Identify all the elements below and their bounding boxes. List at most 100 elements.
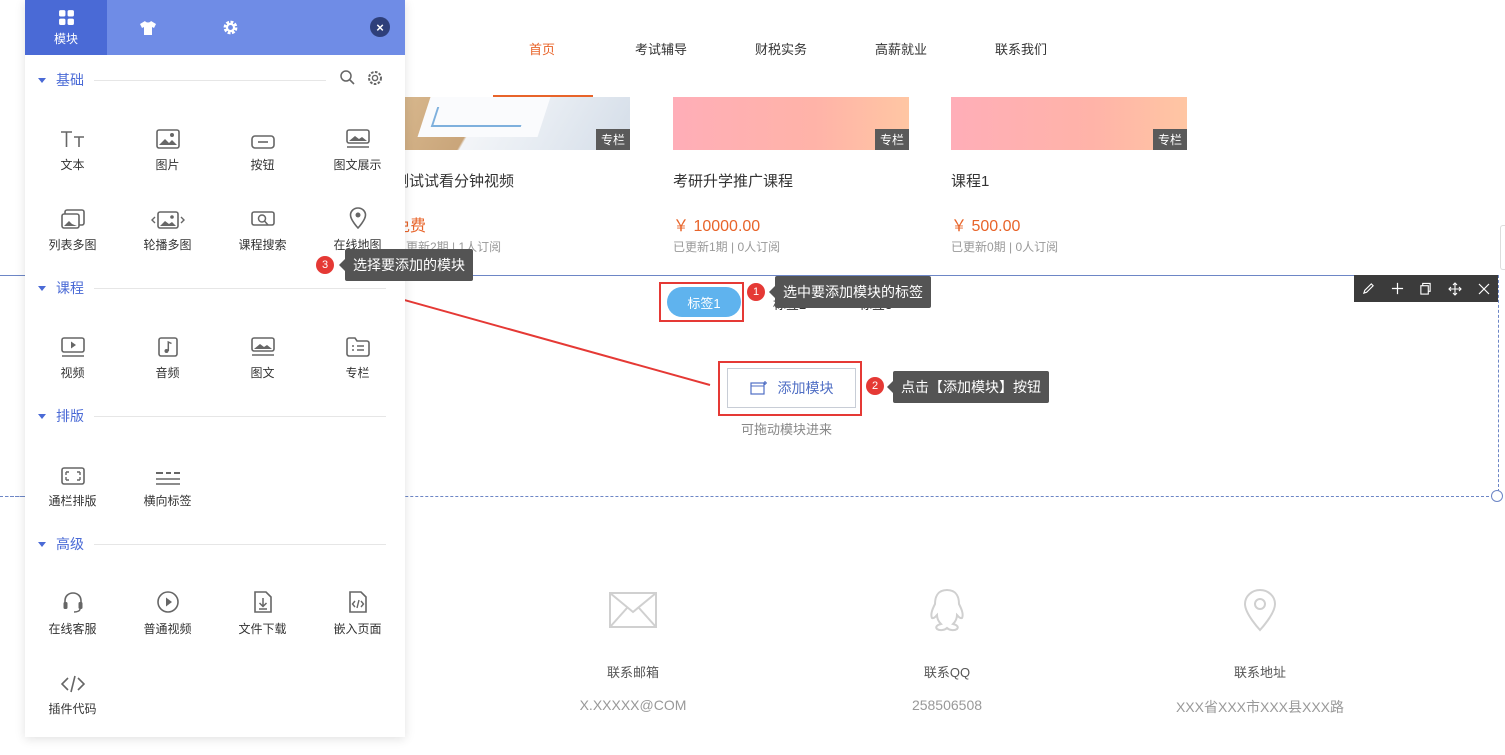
course-card[interactable]: 专栏 考研升学推广课程 ￥ 10000.00 已更新1期 | 0人订阅 [673, 97, 909, 254]
module-button[interactable]: 按钮 [215, 123, 310, 183]
plus-icon[interactable] [1383, 275, 1412, 302]
callout-badge-2: 2 [866, 377, 884, 395]
module-full-width[interactable]: 通栏排版 [25, 459, 120, 519]
section-course[interactable]: 课程 [38, 278, 386, 298]
close-icon[interactable]: × [370, 17, 390, 37]
button-icon [250, 123, 275, 149]
section-title: 排版 [56, 408, 84, 424]
module-label: 图片 [155, 158, 180, 172]
module-label: 普通视频 [143, 622, 192, 636]
column-tag: 专栏 [1152, 129, 1187, 150]
gear-icon[interactable] [367, 70, 383, 86]
course-price: ￥ 500.00 [951, 218, 1021, 235]
caret-down-icon [38, 285, 46, 291]
module-panel: 模块 × 基础 文本 图片 按钮 图文展示 列表多图 轮播多图 课程搜索 在线地… [25, 0, 405, 737]
move-icon[interactable] [1440, 275, 1469, 302]
article-icon [250, 331, 275, 357]
map-pin-icon [349, 203, 367, 229]
course-card[interactable]: 专栏 课程1 ￥ 500.00 已更新0期 | 0人订阅 [951, 97, 1187, 254]
nav-item-contact[interactable]: 联系我们 [995, 39, 1047, 58]
nav-item-home[interactable]: 首页 [529, 39, 555, 58]
section-tools [340, 70, 383, 86]
callout-tip-2: 点击【添加模块】按钮 [887, 371, 1049, 403]
block-toolbar [1354, 275, 1498, 302]
module-audio[interactable]: 音频 [120, 331, 215, 391]
course-thumbnail: 专栏 [673, 97, 909, 150]
module-carousel[interactable]: 轮播多图 [120, 203, 215, 263]
gear-icon [223, 20, 237, 35]
module-label: 嵌入页面 [333, 622, 382, 636]
module-file-download[interactable]: 文件下载 [215, 587, 310, 647]
module-label: 在线客服 [48, 622, 97, 636]
module-label: 专栏 [345, 366, 370, 380]
course-card[interactable]: 专栏 测试试看分钟视频 免费 已更新2期 | 1人订阅 [394, 97, 630, 254]
course-title: 测试试看分钟视频 [394, 173, 515, 190]
image-icon [155, 123, 180, 149]
full-width-icon [60, 459, 85, 485]
nav-item-exam[interactable]: 考试辅导 [635, 39, 687, 58]
module-label: 图文 [250, 366, 275, 380]
multi-image-icon [60, 203, 85, 229]
module-video[interactable]: 视频 [25, 331, 120, 391]
nav-item-jobs[interactable]: 高薪就业 [875, 39, 927, 58]
module-embed-page[interactable]: 嵌入页面 [310, 587, 405, 647]
course-meta: 已更新0期 | 0人订阅 [951, 240, 1059, 254]
course-title: 课程1 [951, 173, 990, 190]
course-search-icon [250, 203, 275, 229]
contact-value: 258506508 [911, 697, 983, 713]
mail-icon [533, 585, 733, 635]
contact-label: 联系QQ [923, 665, 971, 680]
panel-tab-settings[interactable] [189, 0, 271, 55]
course-price: ￥ 10000.00 [673, 218, 761, 235]
drag-hint-text: 可拖动模块进来 [741, 422, 833, 437]
module-label: 文件下载 [238, 622, 287, 636]
module-image[interactable]: 图片 [120, 123, 215, 183]
contact-qq: 联系QQ 258506508 [847, 585, 1047, 713]
module-plugin-code[interactable]: 插件代码 [25, 667, 120, 727]
contact-label: 联系地址 [1233, 665, 1286, 680]
close-icon[interactable] [1469, 275, 1498, 302]
contact-value: X.XXXXX@COM [579, 697, 687, 713]
module-label: 按钮 [250, 158, 275, 172]
course-meta: 已更新1期 | 0人订阅 [673, 240, 781, 254]
column-tag: 专栏 [874, 129, 909, 150]
pencil-icon[interactable] [1354, 275, 1383, 302]
module-list-images[interactable]: 列表多图 [25, 203, 120, 263]
code-icon [60, 667, 85, 693]
shirt-icon [140, 20, 156, 35]
caret-down-icon [38, 413, 46, 419]
module-column[interactable]: 专栏 [310, 331, 405, 391]
module-label: 音频 [155, 366, 180, 380]
callout-badge-1: 1 [747, 283, 765, 301]
module-article[interactable]: 图文 [215, 331, 310, 391]
section-basic[interactable]: 基础 [38, 70, 386, 90]
side-handle[interactable] [1500, 225, 1505, 270]
section-advanced[interactable]: 高级 [38, 534, 386, 554]
video-icon [60, 331, 85, 357]
contact-label: 联系邮箱 [606, 665, 659, 680]
resize-handle[interactable] [1491, 490, 1503, 502]
module-text[interactable]: 文本 [25, 123, 120, 183]
search-icon[interactable] [340, 70, 355, 85]
nav-item-tax[interactable]: 财税实务 [755, 39, 807, 58]
module-label: 插件代码 [48, 702, 97, 716]
copy-icon[interactable] [1412, 275, 1441, 302]
panel-tab-modules[interactable]: 模块 [25, 0, 107, 55]
file-download-icon [253, 587, 273, 613]
block-border-left-bottom [0, 496, 25, 497]
module-label: 图文展示 [333, 158, 382, 172]
folder-icon [345, 331, 370, 357]
contact-value: XXX省XXX市XXX县XXX路 [1175, 699, 1345, 715]
panel-tab-label: 模块 [53, 31, 78, 46]
module-customer-service[interactable]: 在线客服 [25, 587, 120, 647]
section-layout[interactable]: 排版 [38, 406, 386, 426]
module-image-text[interactable]: 图文展示 [310, 123, 405, 183]
module-horizontal-tabs[interactable]: 横向标签 [120, 459, 215, 519]
callout-tip-1: 选中要添加模块的标签 [769, 276, 931, 308]
module-course-search[interactable]: 课程搜索 [215, 203, 310, 263]
highlight-box-tab [659, 282, 744, 322]
panel-header: 模块 × [25, 0, 405, 55]
section-title: 基础 [56, 72, 84, 88]
module-normal-video[interactable]: 普通视频 [120, 587, 215, 647]
panel-tab-theme[interactable] [107, 0, 189, 55]
